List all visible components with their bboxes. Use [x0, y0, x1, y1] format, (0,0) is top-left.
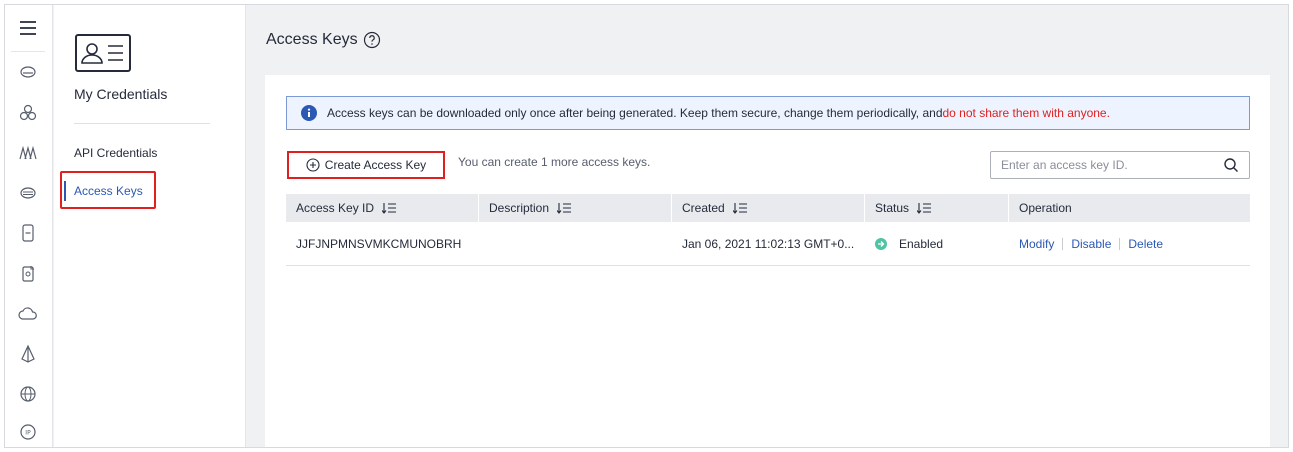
cloud-server-icon[interactable] — [13, 57, 43, 87]
info-icon — [301, 105, 317, 121]
description-cell — [479, 222, 672, 266]
rail-divider — [11, 51, 45, 52]
svg-text:IP: IP — [25, 430, 31, 437]
operation-cell: Modify Disable Delete — [1009, 222, 1250, 266]
modify-link[interactable]: Modify — [1019, 237, 1054, 251]
disable-link[interactable]: Disable — [1071, 237, 1111, 251]
credentials-sidebar: My Credentials API Credentials Access Ke… — [54, 5, 246, 447]
table-row: JJFJNPMNSVMKCMUNOBRH Jan 06, 2021 11:02:… — [286, 222, 1250, 266]
notice-text: Access keys can be downloaded only once … — [327, 106, 943, 120]
main-content: Access Keys Access keys can be downloade… — [247, 5, 1288, 447]
sidebar-item-api-credentials[interactable]: API Credentials — [74, 146, 157, 160]
highlight-box — [60, 171, 156, 209]
sort-icon[interactable] — [557, 202, 572, 214]
sidebar-divider — [74, 123, 210, 124]
column-label: Created — [682, 201, 725, 215]
delete-link[interactable]: Delete — [1128, 237, 1163, 251]
table-header: Access Key ID Description Created Status — [286, 194, 1250, 222]
image-icon[interactable] — [13, 259, 43, 289]
create-button-label: Create Access Key — [324, 158, 427, 172]
sort-icon[interactable] — [917, 202, 932, 214]
page-title: Access Keys — [266, 31, 358, 48]
access-key-id-cell: JJFJNPMNSVMKCMUNOBRH — [296, 236, 462, 251]
sort-icon[interactable] — [382, 202, 397, 214]
status-text: Enabled — [899, 236, 944, 251]
column-header-access-key-id: Access Key ID — [286, 194, 479, 222]
credentials-card-icon — [75, 34, 131, 72]
storage-icon[interactable] — [13, 178, 43, 208]
created-cell: Jan 06, 2021 11:02:13 GMT+0... — [682, 236, 855, 251]
device-icon[interactable] — [13, 218, 43, 248]
cloud-icon[interactable] — [13, 299, 43, 329]
create-access-key-button[interactable]: Create Access Key — [287, 151, 445, 179]
enabled-status-icon — [875, 237, 887, 250]
service-rail: IP — [5, 5, 53, 447]
ip-icon[interactable]: IP — [13, 417, 43, 447]
cluster-icon[interactable] — [13, 98, 43, 128]
column-label: Operation — [1019, 201, 1072, 215]
column-header-status: Status — [865, 194, 1009, 222]
info-notice: Access keys can be downloaded only once … — [286, 96, 1250, 130]
column-label: Status — [875, 201, 910, 215]
deploy-icon[interactable] — [13, 339, 43, 369]
sidebar-title: My Credentials — [74, 86, 168, 102]
search-input[interactable] — [991, 152, 1211, 178]
access-keys-table: Access Key ID Description Created Status — [286, 194, 1250, 266]
network-icon[interactable] — [13, 138, 43, 168]
sort-icon[interactable] — [732, 202, 747, 214]
help-icon[interactable] — [363, 31, 381, 49]
separator — [1062, 237, 1064, 250]
separator — [1119, 237, 1121, 250]
search-icon[interactable] — [1223, 157, 1239, 173]
status-cell: Enabled — [865, 222, 1009, 266]
column-header-created: Created — [672, 194, 865, 222]
column-header-operation: Operation — [1009, 194, 1250, 222]
menu-icon[interactable] — [13, 13, 43, 43]
column-header-description: Description — [479, 194, 672, 222]
global-icon[interactable] — [13, 379, 43, 409]
column-label: Description — [489, 201, 550, 215]
quota-text: You can create 1 more access keys. — [458, 155, 651, 169]
column-label: Access Key ID — [296, 201, 375, 215]
plus-circle-icon — [306, 158, 320, 172]
notice-warning: do not share them with anyone. — [942, 106, 1110, 120]
search-box — [990, 151, 1250, 179]
content-panel: Access keys can be downloaded only once … — [265, 75, 1270, 447]
window-frame: IP My Credentials API Credentials Access… — [4, 4, 1289, 448]
